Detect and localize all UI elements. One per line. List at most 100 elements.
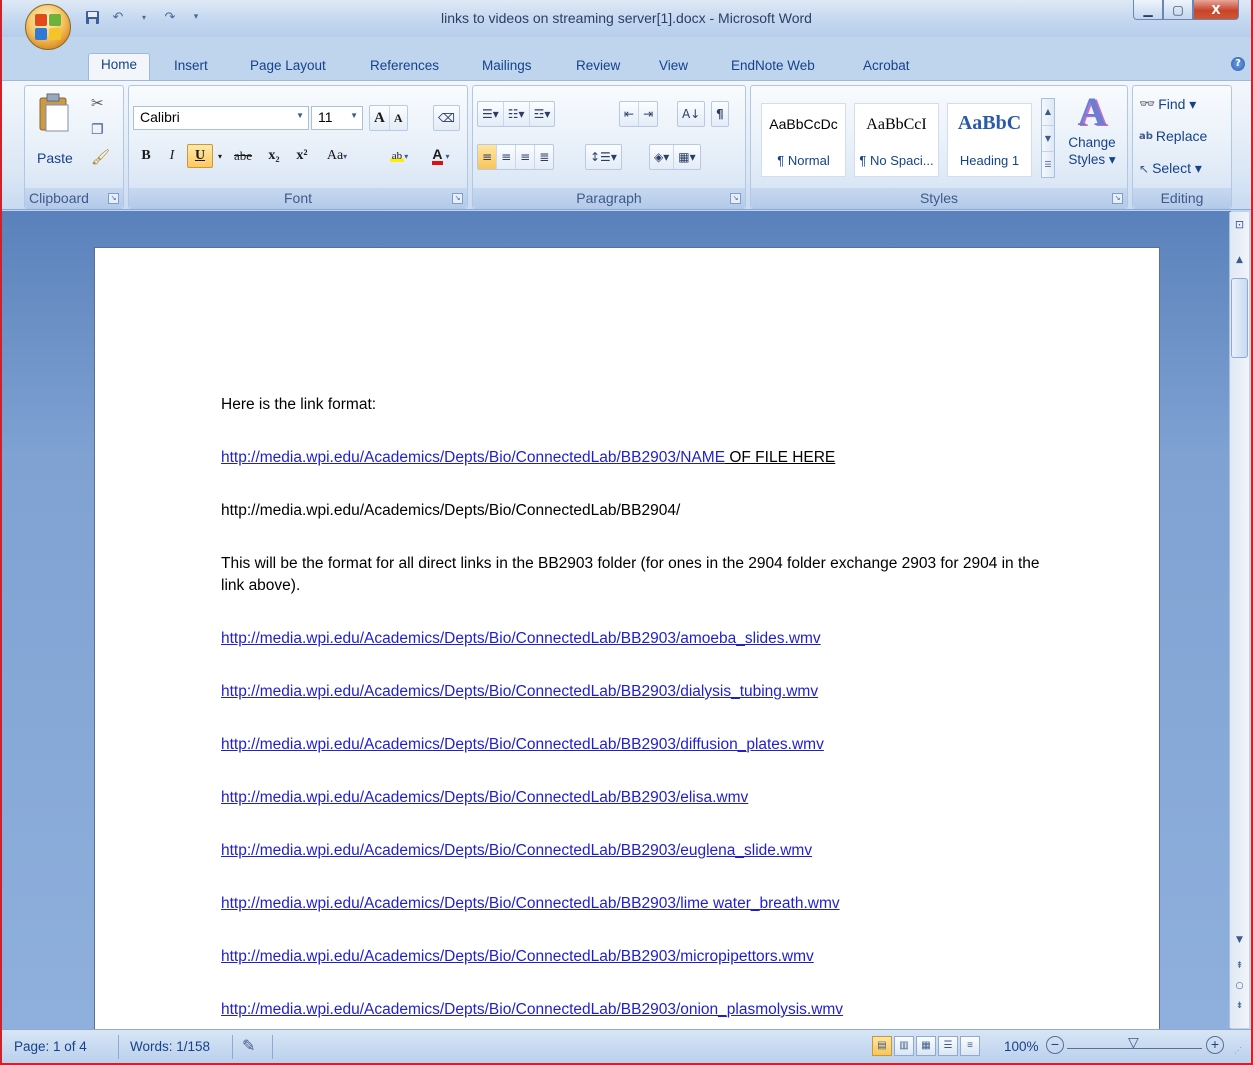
page-indicator[interactable]: Page: 1 of 4 [14,1039,87,1054]
bold-button[interactable]: B [135,144,157,168]
chevron-down-icon: ▼ [350,111,358,120]
tab-references[interactable]: References [370,55,439,81]
scroll-up-icon[interactable]: ▲ [1042,99,1054,125]
increase-indent-icon[interactable]: ⇥ [639,102,657,126]
minimize-button[interactable]: ▁ [1133,0,1163,20]
view-ruler-icon[interactable]: ⊡ [1231,216,1248,233]
justify-icon[interactable]: ≣ [535,145,553,169]
paste-icon [39,93,69,132]
link-item: http://media.wpi.edu/Academics/Depts/Bio… [221,893,1061,915]
web-layout-icon[interactable]: ▦ [916,1036,936,1056]
highlight-button[interactable]: ab ▾ [377,144,421,168]
tab-view[interactable]: View [659,55,688,81]
paste-button[interactable]: Paste [31,90,77,172]
vertical-scrollbar[interactable]: ⊡ ▲ ▼ ⇞ ○ ⇟ [1229,212,1249,1028]
cut-icon[interactable]: ✂ [91,94,104,112]
next-page-icon[interactable]: ⇟ [1231,998,1248,1015]
zoom-slider-thumb[interactable]: ▽ [1128,1034,1139,1051]
video-link[interactable]: http://media.wpi.edu/Academics/Depts/Bio… [221,1001,843,1018]
change-styles-button[interactable]: A Change Styles ▾ [1059,90,1125,180]
proofing-icon[interactable]: ✎ [242,1036,255,1056]
styles-launcher-icon[interactable]: ↘ [1112,193,1123,204]
maximize-button[interactable]: ▢ [1163,0,1193,20]
scroll-thumb[interactable] [1231,278,1248,358]
divider [272,1035,273,1059]
subscript-button[interactable]: x₂ [261,144,287,168]
video-link[interactable]: http://media.wpi.edu/Academics/Depts/Bio… [221,736,824,753]
tab-mailings[interactable]: Mailings [482,55,532,81]
resize-grip-icon[interactable]: ⋰ [1234,1046,1242,1055]
more-styles-icon[interactable]: ☰ [1042,151,1054,177]
decrease-indent-icon[interactable]: ⇤ [620,102,640,126]
font-color-icon: A [432,147,443,165]
draft-icon[interactable]: ≡ [960,1036,980,1056]
zoom-level[interactable]: 100% [1004,1039,1039,1054]
numbering-icon[interactable]: ☷▾ [504,102,530,126]
style-no-spacing[interactable]: AaBbCcI ¶ No Spaci... [854,103,939,177]
underline-button[interactable]: U [187,144,213,168]
line-spacing-group: ↕☰▾ [585,144,622,170]
find-button[interactable]: 👓 Find ▾ [1139,96,1196,113]
font-size-box[interactable]: 11 ▼ [311,106,363,130]
clipboard-launcher-icon[interactable]: ↘ [108,193,119,204]
multilevel-list-icon[interactable]: ☲▾ [530,102,555,126]
select-button[interactable]: ↖ Select ▾ [1139,160,1202,177]
align-left-icon[interactable]: ≡ [478,145,498,169]
video-link[interactable]: http://media.wpi.edu/Academics/Depts/Bio… [221,948,814,965]
link-format-url[interactable]: http://media.wpi.edu/Academics/Depts/Bio… [221,449,725,466]
word-count[interactable]: Words: 1/158 [130,1039,210,1054]
strikethrough-button[interactable]: abe [227,144,259,168]
tab-acrobat[interactable]: Acrobat [863,55,910,81]
shading-icon[interactable]: ◈▾ [650,145,675,169]
select-browse-object-icon[interactable]: ○ [1231,978,1248,995]
copy-icon[interactable]: ❐ [91,122,104,138]
superscript-button[interactable]: x² [289,144,315,168]
scroll-down-icon[interactable]: ▼ [1231,932,1248,949]
help-icon[interactable]: ? [1231,57,1245,71]
align-right-icon[interactable]: ≡ [516,145,536,169]
styles-scroll[interactable]: ▲ ▼ ☰ [1041,98,1055,178]
tab-page-layout[interactable]: Page Layout [250,55,326,81]
document-page[interactable]: Here is the link format: http://media.wp… [94,247,1160,1047]
tab-home[interactable]: Home [88,53,151,82]
zoom-in-icon[interactable]: + [1206,1036,1224,1054]
video-link[interactable]: http://media.wpi.edu/Academics/Depts/Bio… [221,895,840,912]
video-link[interactable]: http://media.wpi.edu/Academics/Depts/Bio… [221,842,812,859]
bullets-icon[interactable]: ☰▾ [478,102,504,126]
previous-page-icon[interactable]: ⇞ [1231,958,1248,975]
shrink-font-button[interactable]: A [390,106,407,130]
outline-icon[interactable]: ☰ [938,1036,958,1056]
change-case-button[interactable]: Aa ▾ [319,144,355,168]
tab-review[interactable]: Review [576,55,620,81]
video-link[interactable]: http://media.wpi.edu/Academics/Depts/Bio… [221,630,821,647]
font-name-box[interactable]: Calibri ▼ [133,106,309,130]
borders-icon[interactable]: ▦▾ [674,145,699,169]
font-launcher-icon[interactable]: ↘ [452,193,463,204]
line-spacing-icon[interactable]: ↕☰▾ [586,145,621,169]
office-button[interactable] [25,4,71,50]
scroll-down-icon[interactable]: ▼ [1042,125,1054,151]
close-button[interactable]: X [1193,0,1239,20]
grow-font-button[interactable]: A [370,106,390,130]
tab-endnote-web[interactable]: EndNote Web [731,55,815,81]
full-screen-reading-icon[interactable]: ▥ [894,1036,914,1056]
align-center-icon[interactable]: ≡ [497,145,517,169]
zoom-out-icon[interactable]: − [1046,1036,1064,1054]
italic-button[interactable]: I [161,144,183,168]
editing-group-label: Editing [1133,188,1231,208]
format-painter-icon[interactable]: 🖌 [91,148,110,166]
clear-formatting-icon[interactable]: ⌫ [434,106,459,130]
scroll-up-icon[interactable]: ▲ [1231,252,1248,269]
tab-insert[interactable]: Insert [174,55,208,81]
style-normal[interactable]: AaBbCcDc ¶ Normal [761,103,846,177]
video-link[interactable]: http://media.wpi.edu/Academics/Depts/Bio… [221,789,748,806]
font-color-button[interactable]: A ▾ [423,144,459,168]
show-formatting-icon[interactable]: ¶ [712,102,728,126]
style-heading-1[interactable]: AaBbC Heading 1 [947,103,1032,177]
video-link[interactable]: http://media.wpi.edu/Academics/Depts/Bio… [221,683,818,700]
underline-dropdown-icon[interactable]: ▾ [215,144,225,168]
sort-icon[interactable]: A↓ [678,102,704,126]
paragraph-launcher-icon[interactable]: ↘ [730,193,741,204]
print-layout-icon[interactable]: ▤ [872,1036,892,1056]
replace-button[interactable]: ab Replace [1139,128,1207,144]
